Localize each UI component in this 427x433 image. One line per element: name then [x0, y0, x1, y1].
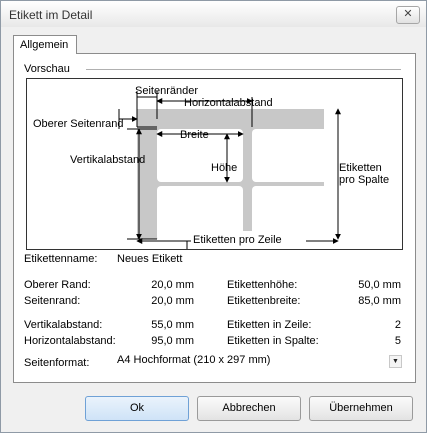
vertikalabstand-value[interactable]: 55,0 mm — [144, 319, 194, 331]
title-bar[interactable]: Etikett im Detail ✕ — [1, 1, 426, 27]
section-divider — [86, 69, 401, 70]
etiketten-in-spalte-label: Etiketten in Spalte: — [227, 335, 319, 347]
label-breite: Breite — [180, 129, 209, 141]
close-button[interactable]: ✕ — [396, 6, 420, 24]
seitenrand-label: Seitenrand: — [24, 295, 81, 307]
label-preview: Seitenränder Horizontalabstand Oberer Se… — [26, 78, 403, 250]
ok-button[interactable]: Ok — [85, 396, 189, 421]
horizontalabstand-label: Horizontalabstand: — [24, 335, 116, 347]
vertikalabstand-label: Vertikalabstand: — [24, 319, 103, 331]
label-horizontalabstand: Horizontalabstand — [184, 97, 273, 109]
oberer-rand-value[interactable]: 20,0 mm — [144, 279, 194, 291]
close-icon: ✕ — [403, 8, 413, 20]
seitenformat-value: A4 Hochformat (210 x 297 mm) — [117, 354, 271, 366]
preview-section-title: Vorschau — [24, 63, 70, 75]
label-vertikalabstand: Vertikalabstand — [70, 154, 145, 166]
etikettenbreite-label: Etikettenbreite: — [227, 295, 301, 307]
etikettenhoehe-label: Etikettenhöhe: — [227, 279, 298, 291]
label-seitenraender: Seitenränder — [135, 85, 198, 97]
label-etiketten-pro-zeile: Etiketten pro Zeile — [193, 234, 282, 246]
etikettenname-value[interactable]: Neues Etikett — [117, 253, 182, 265]
tab-allgemein[interactable]: Allgemein — [13, 35, 77, 54]
seitenformat-label: Seitenformat: — [24, 357, 90, 369]
label-etiketten-pro-spalte-2: pro Spalte — [339, 174, 389, 186]
abbrechen-button[interactable]: Abbrechen — [197, 396, 301, 421]
tab-label: Allgemein — [20, 39, 69, 51]
horizontalabstand-value[interactable]: 95,0 mm — [144, 335, 194, 347]
label-etiketten-pro-spalte-1: Etiketten — [339, 162, 382, 174]
etiketten-in-zeile-label: Etiketten in Zeile: — [227, 319, 312, 331]
uebernehmen-button[interactable]: Übernehmen — [309, 396, 413, 421]
oberer-rand-label: Oberer Rand: — [24, 279, 91, 291]
etikettenbreite-value[interactable]: 85,0 mm — [344, 295, 401, 307]
label-hoehe: Höhe — [211, 162, 237, 174]
chevron-down-icon[interactable]: ▼ — [389, 355, 402, 368]
etikettenhoehe-value[interactable]: 50,0 mm — [344, 279, 401, 291]
etiketten-in-spalte-value[interactable]: 5 — [344, 335, 401, 347]
etikettenname-label: Etikettenname: — [24, 253, 98, 265]
tab-panel: Vorschau Seitenränder Horizontalabstand … — [13, 53, 416, 383]
seitenformat-select[interactable]: A4 Hochformat (210 x 297 mm) ▼ — [117, 354, 402, 370]
label-oberer-seitenrand: Oberer Seitenrand — [33, 118, 124, 130]
window-title: Etikett im Detail — [9, 8, 93, 22]
etiketten-in-zeile-value[interactable]: 2 — [344, 319, 401, 331]
dialog-window: Etikett im Detail ✕ Allgemein Vorschau S… — [0, 0, 427, 433]
seitenrand-value[interactable]: 20,0 mm — [144, 295, 194, 307]
